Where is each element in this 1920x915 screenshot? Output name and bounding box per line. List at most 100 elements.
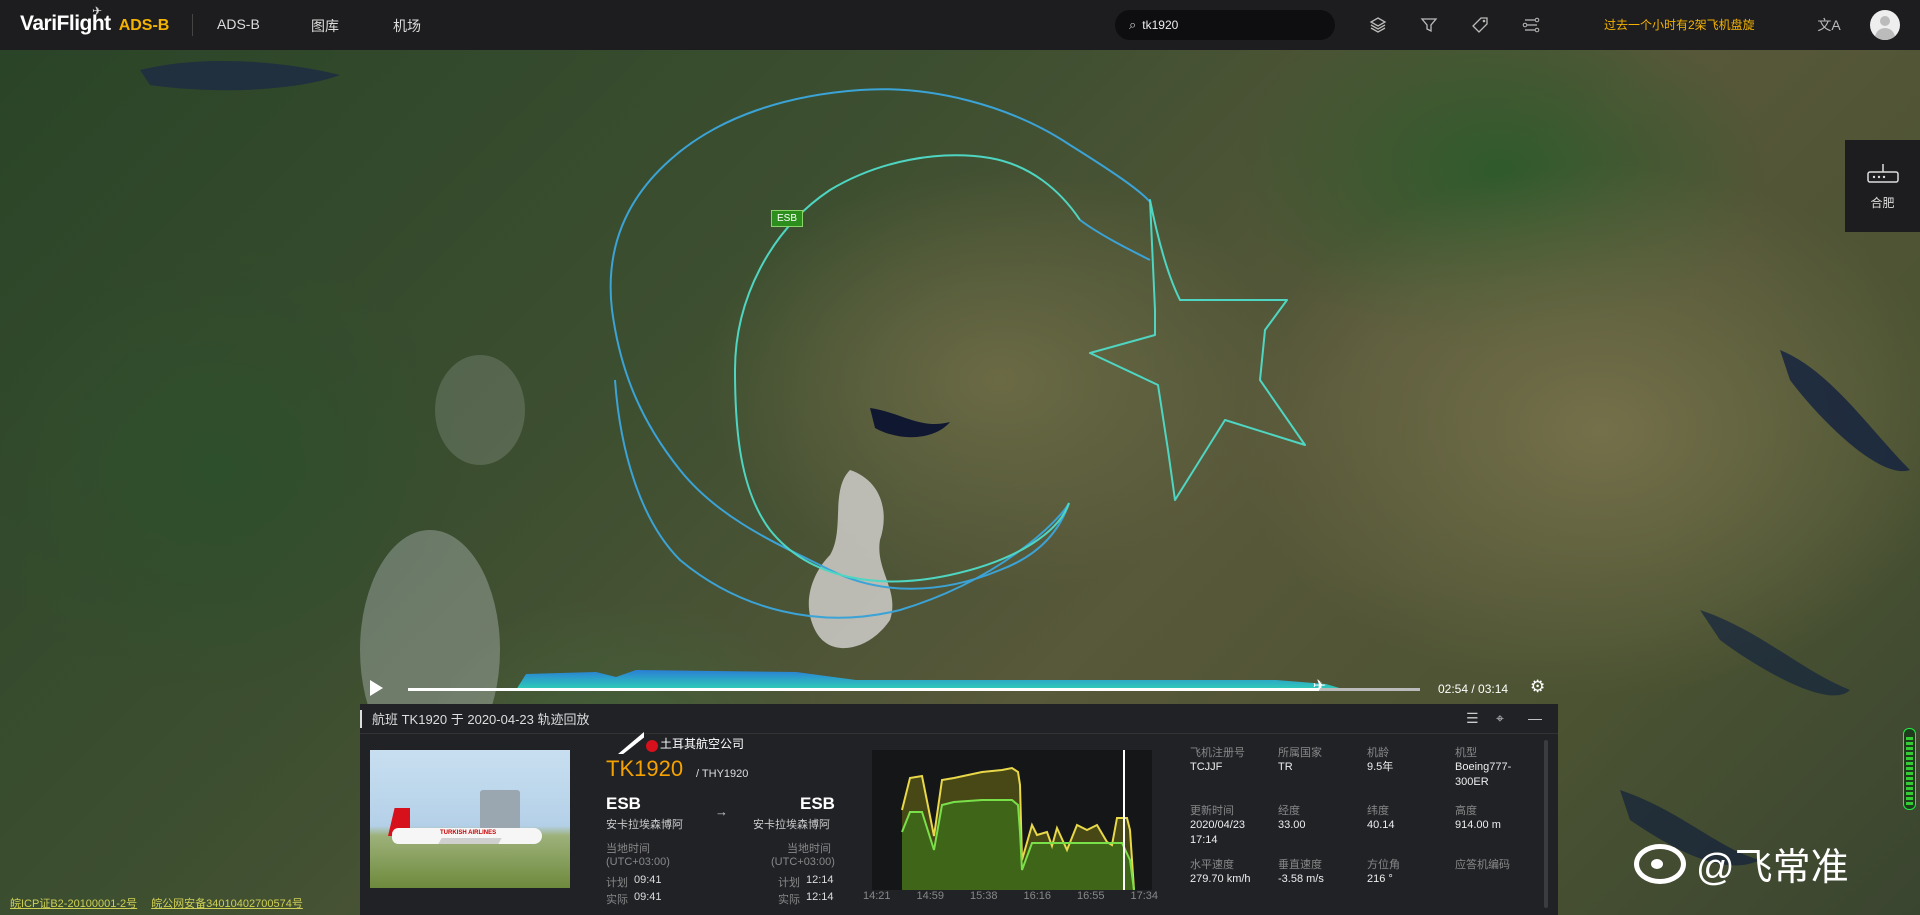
police-link[interactable]: 皖公网安备34010402700574号 (151, 895, 303, 911)
plane-logo-icon: ✈ (92, 4, 103, 18)
dest-code: ESB (800, 794, 835, 813)
zoom-tick (1906, 792, 1913, 795)
detail-label: 方位角 (1367, 859, 1400, 871)
chart-x-tick: 16:55 (1077, 890, 1105, 902)
detail-value: -3.58 m/s (1278, 873, 1324, 885)
detail-value: TCJJF (1190, 761, 1223, 773)
zoom-tick (1906, 772, 1913, 775)
zoom-tick (1906, 742, 1913, 745)
tag-icon[interactable] (1467, 12, 1493, 38)
origin-tz: (UTC+03:00) (606, 856, 670, 868)
zoom-tick (1906, 767, 1913, 770)
playback-slider[interactable] (408, 688, 1420, 691)
origin-name: 安卡拉埃森博阿 (606, 819, 683, 831)
search-icon: ⌕ (1129, 17, 1137, 32)
zoom-tick (1906, 747, 1913, 750)
zoom-tick (1906, 782, 1913, 785)
footer: 皖ICP证B2-20100001-2号 皖公网安备34010402700574号 (10, 895, 303, 911)
detail-label: 机龄 (1367, 747, 1389, 759)
airport-marker-esb[interactable]: ESB (771, 210, 804, 227)
detail-value: TR (1278, 761, 1293, 773)
watermark-text: @飞常准 (1696, 847, 1849, 889)
circling-notice-link[interactable]: 过去一个小时有2架飞机盘旋 (1604, 16, 1755, 33)
panel-scrollbar[interactable] (1544, 740, 1548, 908)
playback-progress (408, 688, 1319, 691)
language-icon[interactable]: 文A (1816, 12, 1842, 38)
flight-number: TK1920 (606, 756, 684, 781)
minimize-icon[interactable]: — (1528, 710, 1542, 726)
user-avatar-icon[interactable] (1870, 10, 1900, 40)
search-input[interactable] (1142, 18, 1313, 32)
play-button[interactable] (370, 680, 383, 696)
zoom-tick (1906, 797, 1913, 800)
plane-marker-icon[interactable]: ✈ (1313, 676, 1326, 696)
origin-actual-time: 09:41 (634, 891, 662, 903)
zoom-tick (1906, 757, 1913, 760)
detail-label: 飞机注册号 (1190, 747, 1245, 759)
origin-code: ESB (606, 794, 641, 813)
list-icon[interactable]: ☰ (1466, 710, 1479, 727)
detail-label: 纬度 (1367, 805, 1389, 817)
altitude-speed-chart[interactable] (872, 750, 1152, 890)
chart-x-tick: 16:16 (1023, 890, 1052, 902)
altitude-profile-strip (516, 670, 1346, 690)
zoom-tick (1906, 737, 1913, 740)
nav-item-gallery[interactable]: 图库 (311, 16, 339, 36)
airline-name: 土耳其航空公司 (618, 732, 744, 754)
origin-local-time-label: 当地时间 (606, 843, 650, 855)
location-widget[interactable]: 合肥 (1845, 140, 1920, 232)
locate-icon[interactable]: ⌖ (1496, 710, 1504, 727)
settings-gear-icon[interactable]: ⚙ (1530, 677, 1545, 697)
panel-title: 航班 TK1920 于 2020-04-23 轨迹回放 (372, 712, 590, 727)
app-root: ESB ✈ VariFlight ADS-B ADS-B 图库 机场 ⌕ 过去一… (0, 0, 1920, 915)
airline-logo-dot (646, 740, 658, 752)
detail-value: 216 ° (1367, 873, 1393, 885)
detail-value: 9.5年 (1367, 761, 1394, 773)
zoom-scale[interactable] (1903, 728, 1916, 810)
detail-label: 垂直速度 (1278, 859, 1322, 871)
weibo-watermark: @飞常准 (1634, 836, 1849, 891)
logo-subtext: ADS-B (118, 17, 170, 34)
nav-item-airport[interactable]: 机场 (393, 16, 421, 36)
dest-tz: (UTC+03:00) (771, 856, 835, 868)
detail-label: 高度 (1455, 805, 1477, 817)
detail-value: 33.00 (1278, 819, 1306, 831)
detail-value: 2020/04/23 17:14 (1190, 819, 1246, 846)
aircraft-photo[interactable]: TURKISH AIRLINES (370, 750, 570, 888)
airport-marker-label: ESB (777, 213, 798, 224)
variflight-logo[interactable]: ✈ VariFlight ADS-B (20, 4, 170, 38)
detail-value: Boeing777-300ER (1455, 761, 1512, 788)
location-widget-label: 合肥 (1870, 196, 1895, 210)
flight-info-panel: 航班 TK1920 于 2020-04-23 轨迹回放 ☰ ⌖ — TURKIS… (360, 704, 1558, 915)
origin-actual-label: 实际 (606, 894, 628, 906)
chart-x-tick: 17:34 (1130, 890, 1159, 902)
zoom-tick (1906, 777, 1913, 780)
chart-x-tick: 15:38 (970, 890, 998, 902)
route-icon[interactable] (1518, 12, 1544, 38)
detail-label: 经度 (1278, 805, 1300, 817)
dest-actual-time: 12:14 (806, 891, 834, 903)
detail-label: 应答机编码 (1455, 859, 1510, 871)
zoom-tick (1906, 752, 1913, 755)
chart-x-tick: 14:21 (863, 890, 891, 902)
origin-sched-label: 计划 (606, 877, 628, 889)
layers-icon[interactable] (1365, 12, 1391, 38)
nav-item-adsb[interactable]: ADS-B (217, 16, 260, 32)
detail-value: 279.70 km/h (1190, 873, 1251, 885)
search-box[interactable]: ⌕ (1115, 10, 1335, 40)
router-icon (1845, 162, 1920, 190)
airline-logo-icon (618, 732, 644, 754)
filter-icon[interactable] (1416, 12, 1442, 38)
playback-time: 02:54 / 03:14 (1438, 682, 1509, 696)
route-arrow-icon: → (715, 804, 728, 819)
detail-label: 所属国家 (1278, 747, 1322, 759)
zoom-tick (1906, 787, 1913, 790)
airline-label: 土耳其航空公司 (660, 736, 745, 751)
detail-label: 更新时间 (1190, 805, 1234, 817)
icp-link[interactable]: 皖ICP证B2-20100001-2号 (10, 895, 137, 911)
top-nav-bar: ✈ VariFlight ADS-B ADS-B 图库 机场 ⌕ 过去一个小时有… (0, 0, 1920, 50)
detail-label: 水平速度 (1190, 859, 1234, 871)
flight-number-icao: / THY1920 (696, 768, 749, 780)
playback-bar: ✈ 02:54 / 03:14 ⚙ (360, 668, 1558, 708)
detail-label: 机型 (1455, 747, 1477, 759)
